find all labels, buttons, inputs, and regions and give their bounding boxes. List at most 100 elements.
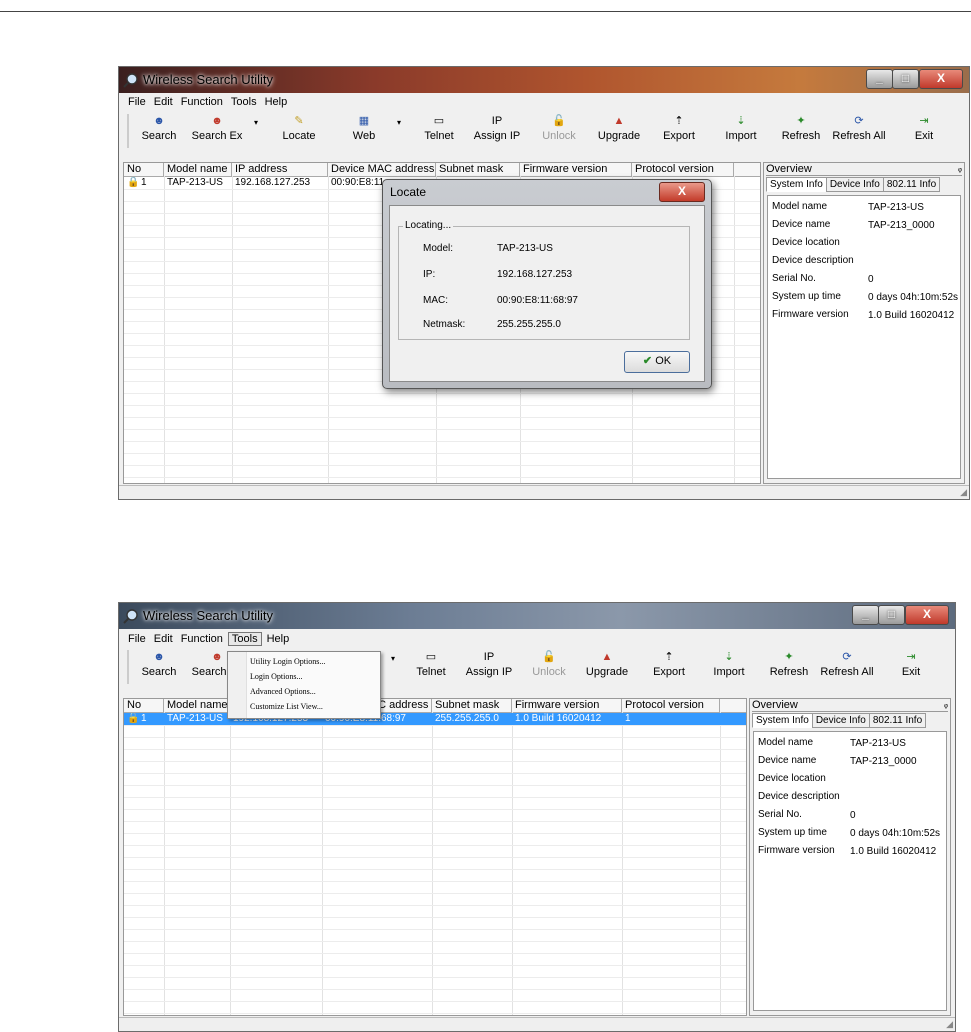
upgrade-button[interactable]: ▲ Upgrade: [577, 650, 637, 678]
refresh-button[interactable]: ✦ Refresh: [771, 114, 831, 142]
tab-system-info[interactable]: System Info: [766, 177, 827, 192]
search-ex-button[interactable]: ☻ Search Ex: [187, 114, 247, 142]
grid-line: [124, 965, 746, 966]
utility-window-locate: Wireless Search Utility _ □ X File Edit Fu…: [118, 66, 970, 500]
menu-function[interactable]: Function: [178, 96, 226, 108]
title-bar[interactable]: Wireless Search Utility _ □ X: [119, 603, 955, 629]
refresh-all-button[interactable]: ⟳ Refresh All: [817, 650, 877, 678]
minimize-button[interactable]: _: [852, 605, 879, 625]
column-protocol-version[interactable]: Protocol version: [622, 699, 720, 712]
column-firmware-version[interactable]: Firmware version: [512, 699, 622, 712]
dialog-body: Locating... Model: TAP-213-US IP: 192.168.…: [389, 205, 705, 382]
grid-line: [124, 833, 746, 834]
menu-edit[interactable]: Edit: [151, 633, 176, 645]
grid-line: [124, 749, 746, 750]
refresh-all-button[interactable]: ⟳ Refresh All: [829, 114, 889, 142]
grid-line: [124, 953, 746, 954]
assign-ip-button[interactable]: IP Assign IP: [467, 114, 527, 142]
search-button[interactable]: ☻ Search: [129, 114, 189, 142]
import-button[interactable]: ⇣ Import: [711, 114, 771, 142]
menu-item-customize-list-view[interactable]: Customize List View...: [250, 702, 323, 711]
column-ip-address[interactable]: IP address: [232, 163, 328, 176]
search-ex-icon: ☻: [211, 115, 223, 127]
column-model-name[interactable]: Model name: [164, 163, 232, 176]
maximize-button[interactable]: □: [878, 605, 905, 625]
column-no[interactable]: No: [124, 163, 164, 176]
table-row[interactable]: 🔓 1 TAP-213-US 192.168.127.253 00:90:E8:…: [124, 713, 746, 725]
overview-body: Model name TAP-213-US Device name TAP-213_…: [753, 731, 947, 1011]
list-header: No Model name IP address Device MAC addr…: [124, 163, 760, 177]
assign-ip-icon: IP: [491, 115, 503, 127]
import-button[interactable]: ⇣ Import: [699, 650, 759, 678]
telnet-icon: ▭: [425, 651, 437, 663]
resize-grip-icon[interactable]: ◢: [960, 487, 967, 498]
tab-device-info[interactable]: Device Info: [811, 713, 870, 728]
unlock-icon: 🔓: [542, 651, 556, 663]
telnet-button[interactable]: ▭ Telnet: [401, 650, 461, 678]
pin-icon[interactable]: ᵩ: [944, 699, 948, 709]
export-icon: ⇡: [674, 115, 684, 127]
checkmark-icon: ✔: [642, 355, 653, 367]
close-button[interactable]: X: [919, 69, 963, 89]
export-button[interactable]: ⇡ Export: [649, 114, 709, 142]
column-subnet-mask[interactable]: Subnet mask: [432, 699, 512, 712]
column-no[interactable]: No: [124, 699, 164, 712]
menu-help[interactable]: Help: [264, 633, 293, 645]
tab-system-info[interactable]: System Info: [752, 713, 813, 728]
close-button[interactable]: X: [905, 605, 949, 625]
tab-device-info[interactable]: Device Info: [825, 177, 884, 192]
assign-ip-button[interactable]: IP Assign IP: [459, 650, 519, 678]
web-dropdown-icon[interactable]: ▾: [391, 654, 395, 663]
tab-80211-info[interactable]: 802.11 Info: [868, 713, 927, 728]
telnet-button[interactable]: ▭ Telnet: [409, 114, 469, 142]
exit-button[interactable]: ⇥ Exit: [894, 114, 954, 142]
grid-line: [124, 429, 760, 430]
grid-line: [124, 725, 746, 726]
locate-button[interactable]: ✎ Locate: [269, 114, 329, 142]
menu-function[interactable]: Function: [178, 633, 226, 645]
menu-file[interactable]: File: [125, 96, 149, 108]
unlock-button[interactable]: 🔓 Unlock: [519, 650, 579, 678]
search-ex-dropdown-icon[interactable]: ▾: [254, 118, 258, 127]
tab-80211-info[interactable]: 802.11 Info: [882, 177, 941, 192]
grid-line: [124, 405, 760, 406]
column-model-name[interactable]: Model name: [164, 699, 230, 712]
maximize-button[interactable]: □: [892, 69, 919, 89]
export-button[interactable]: ⇡ Export: [639, 650, 699, 678]
upgrade-button[interactable]: ▲ Upgrade: [589, 114, 649, 142]
minimize-button[interactable]: _: [866, 69, 893, 89]
pin-icon[interactable]: ᵩ: [958, 163, 962, 173]
column-mac-address[interactable]: Device MAC address: [328, 163, 436, 176]
refresh-button[interactable]: ✦ Refresh: [759, 650, 819, 678]
title-bar[interactable]: Wireless Search Utility _ □ X: [119, 67, 969, 93]
column-subnet-mask[interactable]: Subnet mask: [436, 163, 520, 176]
overview-tabs: System Info Device Info 802.11 Info: [752, 713, 927, 729]
column-protocol-version[interactable]: Protocol version: [632, 163, 734, 176]
unlock-button[interactable]: 🔓 Unlock: [529, 114, 589, 142]
search-button[interactable]: ☻ Search: [129, 650, 189, 678]
window-title: Wireless Search Utility: [143, 72, 274, 87]
upgrade-icon: ▲: [601, 651, 613, 663]
menu-help[interactable]: Help: [262, 96, 291, 108]
web-button[interactable]: ▦ Web: [334, 114, 394, 142]
menu-item-login-options[interactable]: Login Options...: [250, 672, 302, 681]
exit-button[interactable]: ⇥ Exit: [881, 650, 941, 678]
column-firmware-version[interactable]: Firmware version: [520, 163, 632, 176]
menu-tools[interactable]: Tools: [227, 632, 262, 646]
overview-title: Overview: [766, 163, 962, 176]
menu-item-advanced-options[interactable]: Advanced Options...: [250, 687, 316, 696]
ok-button[interactable]: ✔ OK: [624, 351, 690, 373]
dialog-close-button[interactable]: X: [659, 182, 705, 202]
menu-file[interactable]: File: [125, 633, 149, 645]
menu-item-utility-login-options[interactable]: Utility Login Options...: [250, 657, 325, 666]
menu-edit[interactable]: Edit: [151, 96, 176, 108]
locate-dialog: Locate X Locating... Model: TAP-213-US IP…: [382, 179, 712, 389]
refresh-icon: ✦: [796, 115, 806, 127]
resize-grip-icon[interactable]: ◢: [946, 1019, 953, 1030]
web-dropdown-icon[interactable]: ▾: [397, 118, 401, 127]
grid-line: [124, 737, 746, 738]
menu-tools[interactable]: Tools: [228, 96, 260, 108]
grid-line: [124, 821, 746, 822]
device-list[interactable]: No Model name IP address Device MAC addr…: [123, 698, 747, 1016]
grid-line: [124, 773, 746, 774]
